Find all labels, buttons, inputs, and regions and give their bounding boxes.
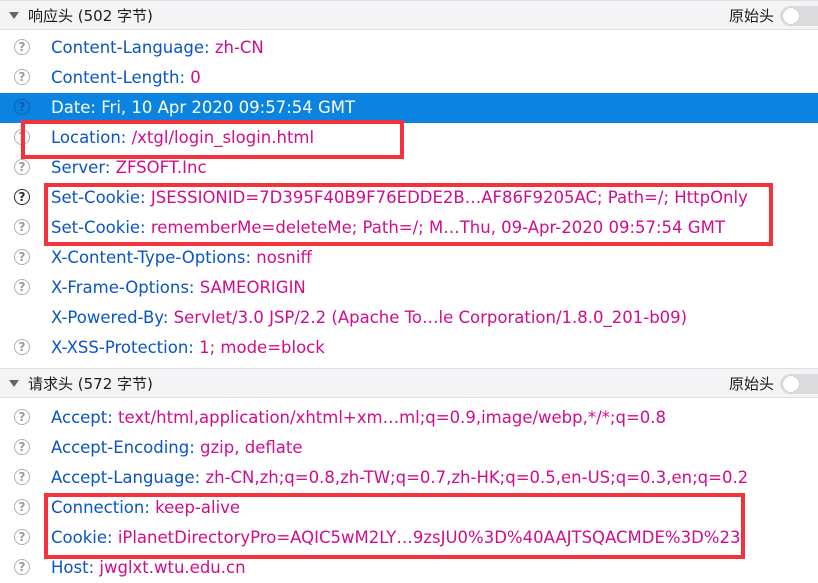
header-value: SAMEORIGIN — [199, 278, 306, 297]
help-circle-icon[interactable]: ? — [14, 409, 30, 425]
header-value: zh-CN,zh;q=0.8,zh-TW;q=0.7,zh-HK;q=0.5,e… — [205, 468, 749, 487]
help-circle-icon[interactable]: ? — [14, 69, 30, 85]
help-circle-icon[interactable]: ? — [14, 39, 30, 55]
triangle-down-icon[interactable] — [9, 12, 19, 19]
response-headers-title: 响应头 (502 字节) — [28, 6, 153, 25]
help-circle-icon[interactable]: ? — [14, 159, 30, 175]
help-circle-icon[interactable]: ? — [14, 189, 30, 205]
request-headers-title: 请求头 (572 字节) — [28, 374, 153, 393]
header-name: X-Content-Type-Options: — [51, 248, 252, 267]
header-value: nosniff — [256, 248, 312, 267]
toggle-knob — [783, 376, 799, 392]
header-name: Content-Length: — [51, 68, 186, 87]
request-headers-header[interactable]: 请求头 (572 字节) 原始头 — [0, 368, 818, 398]
header-row-accept-language[interactable]: ? Accept-Language: zh-CN,zh;q=0.8,zh-TW;… — [0, 463, 818, 493]
header-name: Content-Language: — [51, 38, 210, 57]
header-name: Accept-Language: — [51, 468, 201, 487]
header-name: Server: — [51, 158, 111, 177]
annotation-box-connection-cookie — [44, 493, 745, 559]
triangle-down-icon[interactable] — [9, 380, 19, 387]
header-name: Accept: — [51, 408, 113, 427]
header-value: zh-CN — [214, 38, 264, 57]
raw-headers-label: 原始头 — [728, 6, 774, 25]
raw-headers-toggle[interactable] — [780, 6, 818, 26]
help-circle-icon[interactable]: ? — [14, 529, 30, 545]
header-row-accept[interactable]: ? Accept: text/html,application/xhtml+xm… — [0, 403, 818, 433]
annotation-box-location — [21, 120, 404, 159]
header-row-content-length[interactable]: ? Content-Length: 0 — [0, 63, 818, 93]
header-name: X-XSS-Protection: — [51, 338, 194, 357]
header-row-x-content-type-options[interactable]: ? X-Content-Type-Options: nosniff — [0, 243, 818, 273]
header-name: Host: — [51, 558, 95, 577]
header-row-date[interactable]: ? Date: Fri, 10 Apr 2020 09:57:54 GMT — [0, 93, 818, 123]
header-value: Fri, 10 Apr 2020 09:57:54 GMT — [101, 98, 356, 117]
header-row-accept-encoding[interactable]: ? Accept-Encoding: gzip, deflate — [0, 433, 818, 463]
header-value: Servlet/3.0 JSP/2.2 (Apache To…le Corpor… — [173, 308, 688, 327]
help-circle-icon[interactable]: ? — [14, 279, 30, 295]
header-row-content-language[interactable]: ? Content-Language: zh-CN — [0, 33, 818, 63]
header-row-x-xss-protection[interactable]: ? X-XSS-Protection: 1; mode=block — [0, 333, 818, 363]
help-circle-icon[interactable]: ? — [14, 219, 30, 235]
header-row-x-powered-by[interactable]: X-Powered-By: Servlet/3.0 JSP/2.2 (Apach… — [0, 303, 818, 333]
help-circle-icon[interactable]: ? — [14, 339, 30, 355]
header-value: text/html,application/xhtml+xm…ml;q=0.9,… — [118, 408, 667, 427]
help-circle-icon[interactable]: ? — [14, 469, 30, 485]
response-headers-header[interactable]: 响应头 (502 字节) 原始头 — [0, 0, 818, 30]
header-row-x-frame-options[interactable]: ? X-Frame-Options: SAMEORIGIN — [0, 273, 818, 303]
header-value: gzip, deflate — [200, 438, 303, 457]
toggle-knob — [783, 8, 799, 24]
help-circle-icon[interactable]: ? — [14, 439, 30, 455]
header-name: X-Frame-Options: — [51, 278, 195, 297]
header-value: jwglxt.wtu.edu.cn — [99, 558, 246, 577]
help-circle-icon[interactable]: ? — [14, 499, 30, 515]
header-name: Date: — [51, 98, 96, 117]
help-circle-icon[interactable]: ? — [14, 559, 30, 575]
header-name: Accept-Encoding: — [51, 438, 195, 457]
raw-headers-toggle[interactable] — [780, 374, 818, 394]
annotation-box-set-cookie — [44, 183, 773, 246]
header-name: X-Powered-By: — [51, 308, 169, 327]
help-circle-icon[interactable]: ? — [14, 99, 30, 115]
header-value: ZFSOFT.Inc — [115, 158, 207, 177]
header-value: 0 — [190, 68, 201, 87]
raw-headers-label: 原始头 — [728, 374, 774, 393]
help-circle-icon[interactable]: ? — [14, 249, 30, 265]
header-value: 1; mode=block — [199, 338, 325, 357]
